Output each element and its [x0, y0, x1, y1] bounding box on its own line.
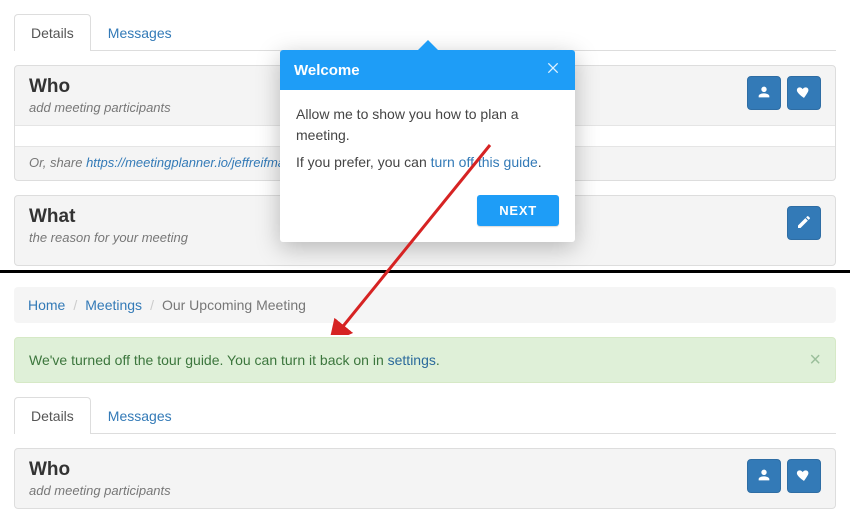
heart-icon [796, 467, 812, 486]
tab-messages[interactable]: Messages [91, 397, 189, 434]
turn-off-guide-link[interactable]: turn off this guide [431, 154, 538, 170]
favorite-button[interactable] [787, 459, 821, 493]
person-icon [756, 84, 772, 103]
favorite-button[interactable] [787, 76, 821, 110]
edit-what-button[interactable] [787, 206, 821, 240]
breadcrumb-meetings[interactable]: Meetings [85, 297, 142, 313]
region-divider [0, 270, 850, 273]
tour-off-alert: We've turned off the tour guide. You can… [14, 337, 836, 383]
tab-details[interactable]: Details [14, 14, 91, 51]
tab-messages[interactable]: Messages [91, 14, 189, 51]
add-participant-button[interactable] [747, 76, 781, 110]
heart-icon [796, 84, 812, 103]
settings-link[interactable]: settings [388, 352, 436, 368]
person-icon [756, 467, 772, 486]
bottom-tabs: Details Messages [14, 397, 836, 434]
tab-details[interactable]: Details [14, 397, 91, 434]
close-icon [545, 63, 561, 80]
popover-line2: If you prefer, you can turn off this gui… [296, 152, 559, 173]
breadcrumb-sep-icon: / [150, 297, 154, 313]
popover-title: Welcome [294, 62, 360, 79]
welcome-popover: Welcome Allow me to show you how to plan… [280, 50, 575, 242]
dismiss-alert-button[interactable]: × [809, 350, 821, 370]
breadcrumb-home[interactable]: Home [28, 297, 65, 313]
breadcrumb: Home / Meetings / Our Upcoming Meeting [14, 287, 836, 323]
who-panel: Who add meeting participants [14, 448, 836, 509]
popover-arrow-icon [418, 40, 438, 50]
who-title: Who [29, 459, 747, 481]
breadcrumb-current: Our Upcoming Meeting [162, 297, 306, 313]
next-button[interactable]: NEXT [477, 195, 559, 226]
alert-text: We've turned off the tour guide. You can… [29, 352, 388, 368]
who-subtitle: add meeting participants [29, 483, 747, 498]
breadcrumb-sep-icon: / [73, 297, 77, 313]
add-participant-button[interactable] [747, 459, 781, 493]
close-popover-button[interactable] [545, 60, 561, 80]
close-icon: × [809, 349, 821, 371]
pencil-icon [796, 214, 812, 233]
popover-line1: Allow me to show you how to plan a meeti… [296, 104, 559, 146]
